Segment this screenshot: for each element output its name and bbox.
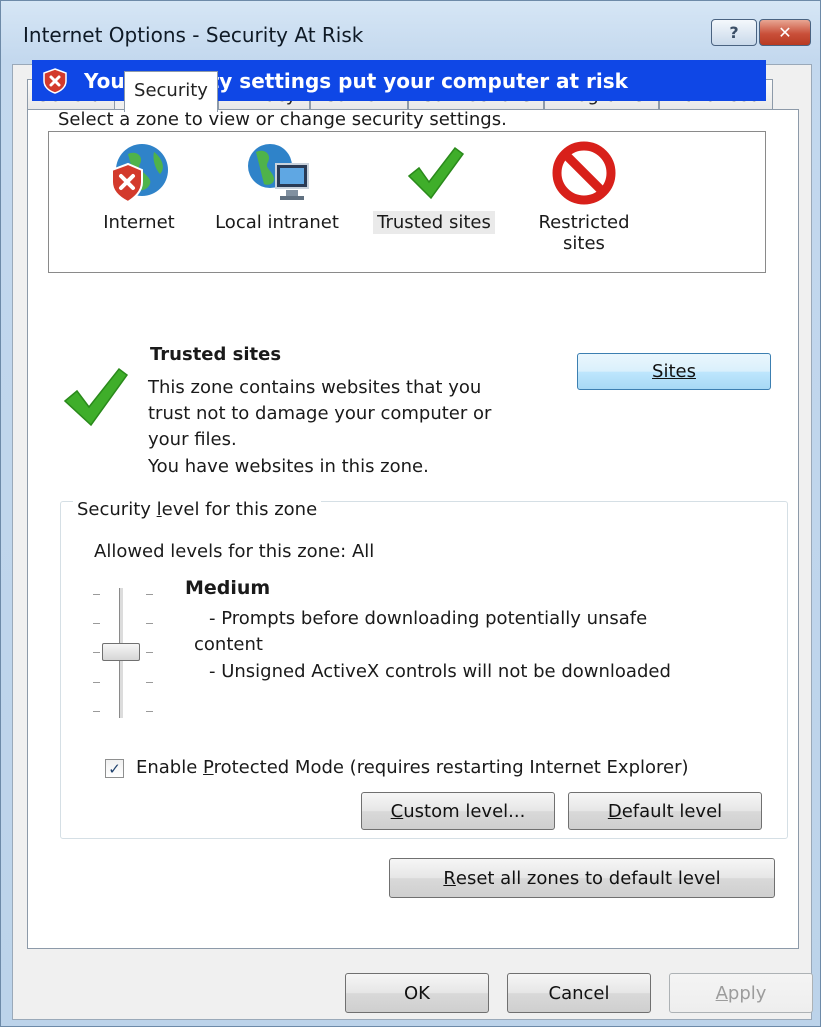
- custom-mnemonic: C: [390, 800, 404, 822]
- internet-options-window: Internet Options - Security At Risk ? ✕ …: [0, 0, 821, 1027]
- globe-shield-icon: [111, 144, 168, 204]
- slider-tick: [146, 652, 153, 653]
- zone-label-line2: sites: [563, 233, 605, 254]
- reset-all-zones-button[interactable]: Reset all zones to default level: [389, 858, 775, 898]
- default-text: efault level: [621, 800, 723, 822]
- custom-level-button[interactable]: Custom level...: [361, 792, 555, 830]
- level-desc-line: - Prompts before downloading potentially…: [209, 608, 648, 629]
- restricted-icon: [552, 141, 616, 205]
- close-button[interactable]: ✕: [759, 19, 811, 46]
- apply-mnemonic: A: [715, 982, 728, 1004]
- protected-text-post: rotected Mode (requires restarting Inter…: [213, 757, 689, 778]
- reset-mnemonic: R: [443, 867, 456, 889]
- security-level-name: Medium: [185, 577, 271, 599]
- slider-tick: [93, 711, 100, 712]
- slider-tick: [146, 711, 153, 712]
- protected-text-pre: Enable: [136, 757, 204, 778]
- slider-tick: [146, 682, 153, 683]
- level-desc-line: - Unsigned ActiveX controls will not be …: [209, 661, 671, 682]
- slider-thumb[interactable]: [102, 643, 140, 661]
- apply-text: pply: [727, 982, 767, 1004]
- zone-label: Restricted: [538, 212, 630, 233]
- slider-tick: [93, 623, 100, 624]
- level-desc-line: content: [194, 634, 263, 655]
- zone-label: Trusted sites: [373, 211, 495, 234]
- protected-mode-label[interactable]: Enable Protected Mode (requires restarti…: [136, 757, 689, 778]
- ok-button[interactable]: OK: [345, 973, 489, 1013]
- security-level-legend: Security level for this zone: [73, 499, 322, 520]
- trusted-sites-checkmark-icon: [63, 367, 129, 427]
- zone-label: Internet: [103, 212, 175, 233]
- allowed-levels-text: Allowed levels for this zone: All: [94, 541, 375, 562]
- zone-label: Local intranet: [215, 212, 339, 233]
- protected-mode-checkbox[interactable]: ✓: [105, 759, 124, 778]
- window-title: Internet Options - Security At Risk: [23, 23, 364, 47]
- sites-button-label: Sites: [652, 361, 696, 382]
- slider-tick: [93, 682, 100, 683]
- zone-restricted-sites[interactable]: Restricted sites: [527, 140, 641, 254]
- zone-info-line: This zone contains websites that you: [148, 377, 482, 398]
- legend-text-pre: Security: [77, 499, 157, 520]
- title-bar: Internet Options - Security At Risk ? ✕: [1, 1, 821, 63]
- zone-local-intranet[interactable]: Local intranet: [207, 140, 347, 233]
- shield-warning-icon: [43, 68, 67, 94]
- default-level-button[interactable]: Default level: [568, 792, 762, 830]
- help-button[interactable]: ?: [711, 19, 757, 46]
- cancel-button[interactable]: Cancel: [507, 973, 651, 1013]
- apply-button[interactable]: Apply: [669, 973, 813, 1013]
- zone-info-title: Trusted sites: [150, 344, 282, 365]
- zone-instruction: Select a zone to view or change security…: [58, 109, 507, 130]
- zone-info-line: your files.: [148, 429, 237, 450]
- zone-list: Internet Local intranet Trusted sites Re…: [48, 131, 766, 273]
- zone-info-line: You have websites in this zone.: [148, 456, 429, 477]
- slider-tick: [93, 652, 100, 653]
- slider-tick: [93, 594, 100, 595]
- reset-text: eset all zones to default level: [455, 867, 721, 889]
- zone-info-line: trust not to damage your computer or: [148, 403, 492, 424]
- globe-computer-icon: [248, 144, 309, 200]
- protected-mnemonic: P: [203, 757, 214, 778]
- checkmark-icon: [407, 146, 465, 200]
- slider-tick: [146, 594, 153, 595]
- zone-internet[interactable]: Internet: [89, 140, 189, 233]
- slider-tick: [146, 623, 153, 624]
- legend-text-post: evel for this zone: [161, 499, 318, 520]
- zone-trusted-sites[interactable]: Trusted sites: [367, 140, 501, 234]
- tab-security[interactable]: Security: [124, 71, 218, 112]
- checkbox-check-icon: ✓: [108, 759, 121, 778]
- sites-button[interactable]: Sites: [577, 353, 771, 390]
- default-mnemonic: D: [607, 800, 622, 822]
- custom-text: ustom level...: [403, 800, 526, 822]
